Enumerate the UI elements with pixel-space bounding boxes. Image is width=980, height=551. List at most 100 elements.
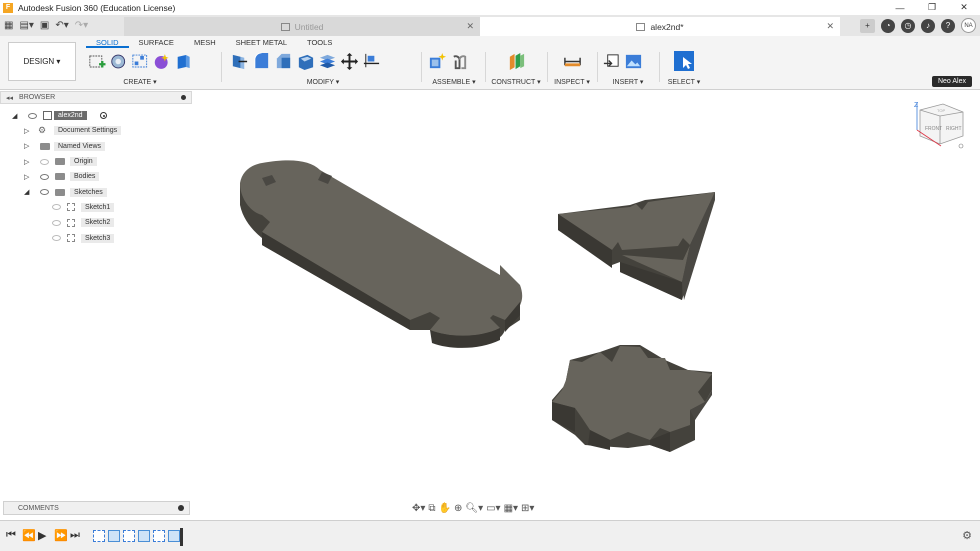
revolve-icon[interactable] [131,52,149,71]
extrude-icon[interactable] [109,52,127,71]
triangle-body[interactable] [558,192,715,300]
capsule-body[interactable] [240,160,523,348]
expand-arrow-icon[interactable]: ▷ [24,142,29,150]
tree-item-sketch1[interactable]: Sketch1 [0,200,192,215]
undo-icon[interactable]: ↶▾ [55,20,68,31]
activate-radio-icon[interactable] [100,112,107,120]
save-icon[interactable]: ▣ [40,20,49,31]
close-icon[interactable]: ✕ [826,21,834,32]
help-icon[interactable]: ? [941,18,955,33]
visibility-eye-icon[interactable] [52,204,61,211]
maximize-button[interactable]: ❐ [916,0,948,15]
apps-grid-icon[interactable]: ▦ [4,20,13,31]
step-forward-icon[interactable]: ⏩ [54,529,68,542]
fillet-icon[interactable] [252,51,271,71]
insert-image-icon[interactable] [624,52,643,71]
timeline-sketch-feature[interactable] [153,530,165,542]
orbit-icon[interactable]: ✥▾ [412,503,425,514]
visibility-eye-icon[interactable] [28,112,37,119]
expand-arrow-icon[interactable]: ▷ [24,158,29,166]
visibility-eye-icon[interactable] [40,189,49,196]
press-pull-icon[interactable] [230,52,249,71]
browser-header[interactable]: ◂◂ BROWSER [0,91,192,104]
select-menu-label[interactable]: SELECT ▾ [664,78,704,86]
play-icon[interactable]: ▶ [38,529,46,542]
comments-panel[interactable]: COMMENTS [3,501,190,515]
step-back-icon[interactable]: ⏪ [22,529,36,542]
redo-icon[interactable]: ↷▾ [75,20,88,31]
move-copy-icon[interactable] [340,52,359,71]
tree-item-sketch3[interactable]: Sketch3 [0,230,192,245]
viewcube-right-label[interactable]: RIGHT [946,126,962,132]
close-icon[interactable]: ✕ [466,21,474,32]
collapse-arrow-icon[interactable]: ◢ [24,188,29,196]
timeline-sketch-feature[interactable] [93,530,105,542]
modify-menu-label[interactable]: MODIFY ▾ [230,78,416,86]
form-icon[interactable] [152,52,170,71]
timeline-extrude-feature[interactable] [138,530,150,542]
viewcube-front-label[interactable]: FRONT [925,126,942,132]
tree-item-bodies[interactable]: ▷ Bodies [0,169,192,184]
visibility-eye-icon[interactable] [52,219,61,226]
viewports-icon[interactable]: ⊞▾ [521,503,534,514]
measure-icon[interactable] [563,52,582,71]
pin-icon[interactable] [181,95,186,100]
close-window-button[interactable]: ✕ [948,0,980,15]
inspect-menu-label[interactable]: INSPECT ▾ [552,78,592,86]
minimize-button[interactable]: — [884,0,916,15]
zoom-icon[interactable]: ⊕ [454,503,462,514]
timeline-settings-gear-icon[interactable]: ⚙ [962,529,972,542]
align-icon[interactable] [362,52,381,71]
home-view-icon[interactable] [958,143,964,149]
extensions-icon[interactable]: ◔ [881,18,895,33]
new-component-icon[interactable] [428,52,447,71]
viewcube-top-label[interactable]: TOP [937,108,945,113]
collapse-icon[interactable]: ◂◂ [6,94,13,102]
tab-surface[interactable]: SURFACE [129,38,184,48]
combine-icon[interactable] [318,52,337,71]
tree-item-document-settings[interactable]: ▷ ⚙ Document Settings [0,123,192,138]
pan-hand-icon[interactable]: ✋ [439,503,451,514]
visibility-eye-icon[interactable] [40,173,49,180]
tab-solid[interactable]: SOLID [86,38,129,48]
job-status-icon[interactable]: ◷ [901,18,915,33]
expand-arrow-icon[interactable]: ◢ [12,112,17,120]
fit-zoom-icon[interactable]: 🔍︎▾ [465,503,483,514]
tree-item-sketches[interactable]: ◢ Sketches [0,184,192,199]
visibility-eye-icon[interactable] [40,158,49,165]
tree-item-sketch2[interactable]: Sketch2 [0,215,192,230]
tab-mesh[interactable]: MESH [184,38,226,48]
select-icon[interactable] [673,50,695,72]
tab-sheet-metal[interactable]: SHEET METAL [226,38,297,48]
offset-plane-icon[interactable] [507,52,526,71]
look-at-icon[interactable]: ⧉ [428,503,435,514]
gear-body[interactable] [552,345,712,452]
visibility-eye-icon[interactable] [52,235,61,242]
create-sketch-icon[interactable] [88,52,106,71]
construct-menu-label[interactable]: CONSTRUCT ▾ [490,78,542,86]
timeline-extrude-feature[interactable] [108,530,120,542]
assemble-menu-label[interactable]: ASSEMBLE ▾ [428,78,480,86]
timeline-marker[interactable] [180,528,183,546]
timeline-extrude-feature[interactable] [168,530,180,542]
tree-item-root[interactable]: ◢ alex2nd [0,108,192,123]
tab-untitled[interactable]: Untitled ✕ [124,17,480,36]
shell-icon[interactable] [296,52,315,71]
avatar[interactable]: NA [961,18,976,33]
insert-derive-icon[interactable] [602,52,621,71]
joint-icon[interactable] [450,52,469,71]
chamfer-icon[interactable] [274,52,293,71]
new-tab-plus-icon[interactable]: + [860,18,875,33]
go-to-start-icon[interactable]: ⏮ [6,529,16,542]
file-menu-icon[interactable]: ▤▾ [19,20,33,31]
insert-menu-label[interactable]: INSERT ▾ [602,78,654,86]
viewcube[interactable]: FRONT RIGHT TOP Z [905,98,965,158]
create-menu-label[interactable]: CREATE ▾ [88,78,192,86]
tree-item-origin[interactable]: ▷ Origin [0,154,192,169]
add-comment-icon[interactable] [178,505,184,511]
expand-arrow-icon[interactable]: ▷ [24,173,29,181]
tab-tools[interactable]: TOOLS [297,38,342,48]
tab-alex2nd[interactable]: alex2nd* ✕ [480,17,840,36]
workspace-switcher-button[interactable]: DESIGN ▾ [8,42,76,81]
box-icon[interactable] [174,52,192,71]
